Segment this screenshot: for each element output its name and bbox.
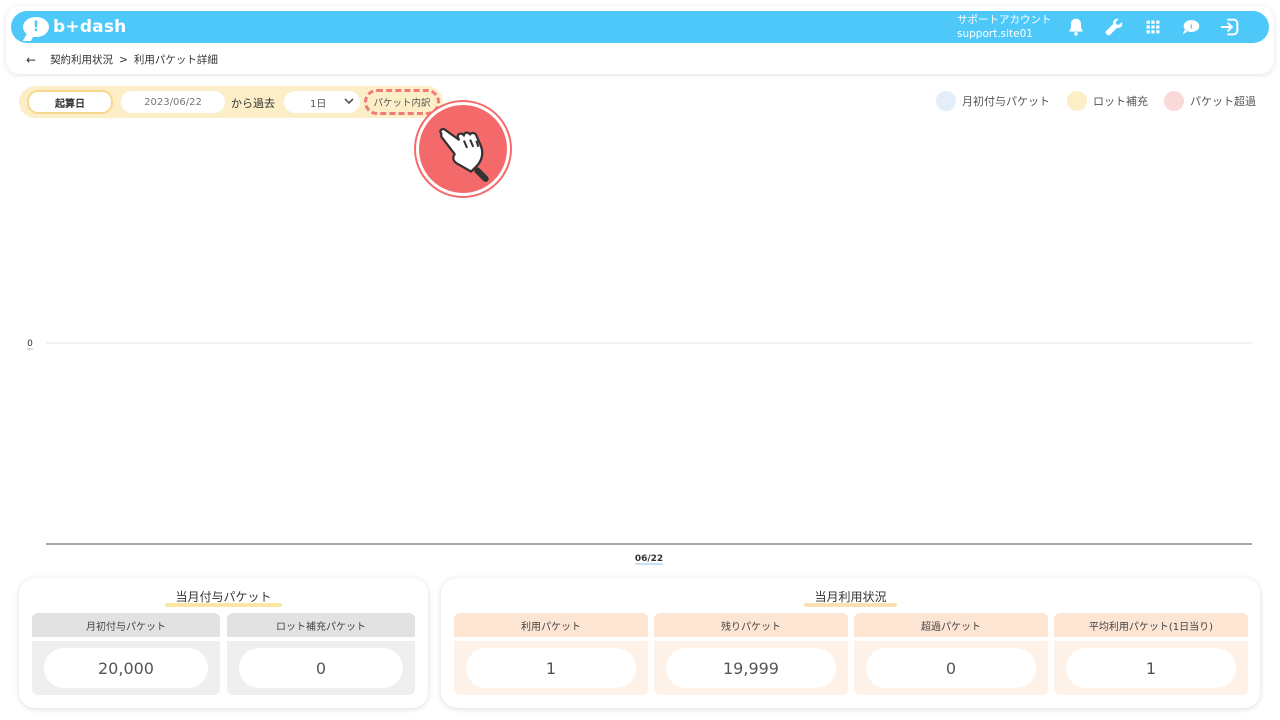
monthly-grant-title: 当月付与パケット (19, 588, 428, 605)
monthly-usage-title: 当月利用状況 (441, 588, 1260, 605)
monthly-grant-title-text: 当月付与パケット (165, 590, 281, 604)
packet-usage-chart: 0 06/22 (27, 339, 1252, 565)
lot-refill-cell: 0 (227, 641, 415, 695)
monthly-usage-card: 当月利用状況 利用パケット 1 残りパケット 19,999 超過パケット 0 平… (441, 578, 1260, 708)
remaining-packet-header: 残りパケット (654, 613, 848, 637)
monthly-initial-grant-cell: 20,000 (32, 641, 220, 695)
overage-packet-value: 0 (866, 648, 1036, 688)
lot-refill-value: 0 (239, 648, 403, 688)
remaining-packet-value: 19,999 (666, 648, 836, 688)
monthly-initial-grant-value: 20,000 (44, 648, 208, 688)
average-packet-header: 平均利用パケット(1日当り) (1054, 613, 1248, 637)
monthly-usage-title-text: 当月利用状況 (804, 590, 896, 604)
overage-packet-header: 超過パケット (854, 613, 1048, 637)
x-tick-label: 06/22 (635, 554, 663, 564)
y-tick-label: 0 (27, 339, 33, 349)
used-packet-cell: 1 (454, 641, 648, 695)
monthly-grant-card: 当月付与パケット 月初付与パケット 20,000 ロット補充パケット 0 (19, 578, 428, 708)
used-packet-value: 1 (466, 648, 636, 688)
monthly-initial-grant-header: 月初付与パケット (32, 613, 220, 637)
average-packet-cell: 1 (1054, 641, 1248, 695)
used-packet-header: 利用パケット (454, 613, 648, 637)
average-packet-value: 1 (1066, 648, 1236, 688)
remaining-packet-cell: 19,999 (654, 641, 848, 695)
overage-packet-cell: 0 (854, 641, 1048, 695)
lot-refill-header: ロット補充パケット (227, 613, 415, 637)
